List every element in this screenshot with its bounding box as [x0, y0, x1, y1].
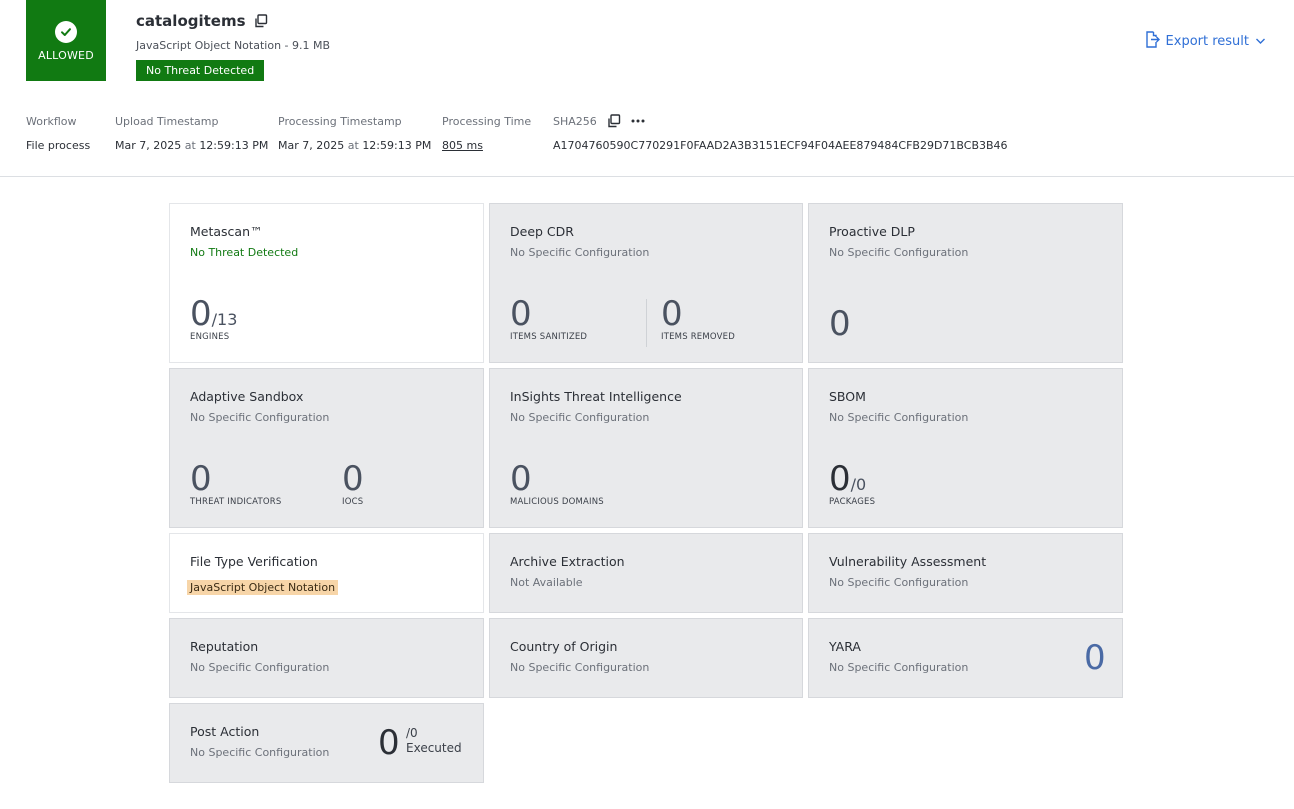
yara-count: 0 — [1084, 638, 1106, 678]
card-status: No Specific Configuration — [190, 661, 330, 674]
threat-indicators-count: 0 — [190, 459, 212, 499]
sbom-caption: PACKAGES — [829, 497, 876, 507]
upload-value: Mar 7, 2025 at 12:59:13 PM — [115, 139, 268, 152]
verdict-label: ALLOWED — [38, 49, 94, 62]
file-info: JavaScript Object Notation - 9.1 MB — [136, 39, 331, 52]
card-status: No Specific Configuration — [829, 411, 969, 424]
threat-indicators-caption: THREAT INDICATORS — [190, 497, 282, 507]
sbom-count: 0/0 — [829, 462, 866, 496]
upload-date: Mar 7, 2025 — [115, 139, 182, 152]
meta-processing-time: Processing Time 805 ms — [442, 114, 532, 153]
card-insights-threat-intelligence[interactable]: InSights Threat Intelligence No Specific… — [489, 368, 803, 528]
card-status: No Specific Configuration — [510, 246, 650, 259]
post-action-total: /0 — [406, 726, 418, 740]
card-status: No Threat Detected — [190, 246, 299, 259]
card-country-of-origin[interactable]: Country of Origin No Specific Configurat… — [489, 618, 803, 698]
card-title: SBOM — [829, 389, 866, 404]
copy-icon[interactable] — [607, 114, 621, 128]
upload-time: 12:59:13 PM — [199, 139, 269, 152]
post-action-count: 0 — [378, 723, 400, 763]
card-title: Adaptive Sandbox — [190, 389, 304, 404]
workflow-label: Workflow — [26, 114, 77, 128]
processing-at: at — [347, 139, 359, 152]
card-title: Proactive DLP — [829, 224, 915, 239]
processing-date: Mar 7, 2025 — [278, 139, 345, 152]
card-deep-cdr[interactable]: Deep CDR No Specific Configuration 0 ITE… — [489, 203, 803, 363]
processing-time-label: Processing Time — [442, 114, 532, 128]
card-archive-extraction[interactable]: Archive Extraction Not Available — [489, 533, 803, 613]
card-proactive-dlp[interactable]: Proactive DLP No Specific Configuration … — [808, 203, 1123, 363]
card-status: No Specific Configuration — [829, 246, 969, 259]
sha256-label-row: SHA256 — [553, 114, 1008, 128]
card-title: Vulnerability Assessment — [829, 554, 987, 569]
card-title: Reputation — [190, 639, 259, 654]
export-result-button[interactable]: Export result — [1144, 31, 1266, 52]
meta-processing: Processing Timestamp Mar 7, 2025 at 12:5… — [278, 114, 431, 153]
iocs-caption: IOCS — [342, 497, 364, 507]
meta-sha256: SHA256 A1704760590C770291F0FAAD2A3B3151E… — [553, 114, 1008, 152]
threat-status-badge: No Threat Detected — [136, 60, 265, 81]
card-divider — [646, 299, 647, 347]
upload-at: at — [184, 139, 196, 152]
sanitized-count: 0 — [510, 294, 532, 334]
card-reputation[interactable]: Reputation No Specific Configuration — [169, 618, 484, 698]
sanitized-caption: ITEMS SANITIZED — [510, 332, 588, 342]
card-title: Archive Extraction — [510, 554, 625, 569]
iocs-count: 0 — [342, 459, 364, 499]
file-type-highlight: JavaScript Object Notation — [187, 580, 339, 595]
sha256-label: SHA256 — [553, 114, 597, 128]
card-title: File Type Verification — [190, 554, 318, 569]
file-name-row: catalogitems — [136, 12, 268, 30]
malicious-domains-caption: MALICIOUS DOMAINS — [510, 497, 604, 507]
card-file-type-verification[interactable]: File Type Verification JavaScript Object… — [169, 533, 484, 613]
meta-upload: Upload Timestamp Mar 7, 2025 at 12:59:13… — [115, 114, 268, 153]
malicious-domains-count: 0 — [510, 459, 532, 499]
processing-time-of-day: 12:59:13 PM — [362, 139, 432, 152]
card-adaptive-sandbox[interactable]: Adaptive Sandbox No Specific Configurati… — [169, 368, 484, 528]
metascan-caption: ENGINES — [190, 332, 230, 342]
card-title: InSights Threat Intelligence — [510, 389, 682, 404]
chevron-down-icon — [1255, 34, 1266, 49]
removed-count: 0 — [661, 294, 683, 334]
processing-value: Mar 7, 2025 at 12:59:13 PM — [278, 139, 431, 152]
card-status: No Specific Configuration — [190, 411, 330, 424]
card-vulnerability-assessment[interactable]: Vulnerability Assessment No Specific Con… — [808, 533, 1123, 613]
card-status: No Specific Configuration — [829, 661, 969, 674]
check-icon — [55, 21, 77, 43]
card-yara[interactable]: YARA No Specific Configuration 0 — [808, 618, 1123, 698]
more-icon[interactable] — [631, 119, 645, 123]
card-title: YARA — [829, 639, 861, 654]
copy-icon[interactable] — [254, 14, 268, 28]
file-name: catalogitems — [136, 12, 246, 30]
card-status: No Specific Configuration — [829, 576, 969, 589]
metascan-count-value: 0 — [190, 294, 212, 334]
meta-workflow: Workflow File process — [26, 114, 91, 153]
card-status: Not Available — [510, 576, 583, 589]
card-metascan[interactable]: Metascan™ No Threat Detected 0/13 ENGINE… — [169, 203, 484, 363]
card-title: Deep CDR — [510, 224, 574, 239]
metascan-total: /13 — [211, 310, 238, 329]
processing-time-link[interactable]: 805 ms — [442, 139, 531, 152]
verdict-badge: ALLOWED — [26, 0, 106, 81]
sha256-value: A1704760590C770291F0FAAD2A3B3151ECF94F04… — [553, 139, 1008, 152]
export-label: Export result — [1165, 34, 1249, 49]
export-file-icon — [1144, 31, 1160, 52]
workflow-value: File process — [26, 139, 91, 152]
card-title: Metascan™ — [190, 224, 263, 239]
header-divider — [0, 176, 1294, 177]
card-title: Country of Origin — [510, 639, 618, 654]
sbom-count-value: 0 — [829, 459, 851, 499]
card-post-action[interactable]: Post Action No Specific Configuration 0 … — [169, 703, 484, 783]
processing-label: Processing Timestamp — [278, 114, 402, 128]
card-sbom[interactable]: SBOM No Specific Configuration 0/0 PACKA… — [808, 368, 1123, 528]
card-status: No Specific Configuration — [510, 661, 650, 674]
post-action-caption: Executed — [406, 741, 462, 755]
post-action-executed: /0 Executed — [406, 726, 462, 756]
removed-caption: ITEMS REMOVED — [661, 332, 735, 342]
metascan-count: 0/13 — [190, 297, 237, 331]
sbom-total: /0 — [850, 475, 867, 494]
card-status: No Specific Configuration — [510, 411, 650, 424]
dlp-count: 0 — [829, 304, 851, 344]
upload-label: Upload Timestamp — [115, 114, 219, 128]
